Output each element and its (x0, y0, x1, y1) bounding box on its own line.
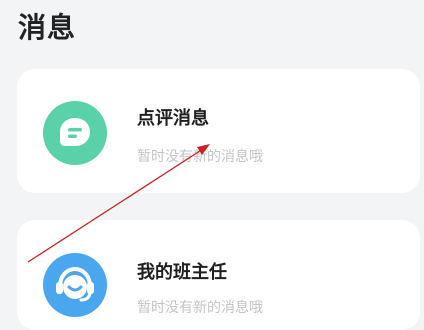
comment-bubble-icon (43, 101, 107, 165)
card-subtitle: 暂时没有新的消息哦 (137, 300, 263, 316)
card-head-teacher[interactable]: 我的班主任 暂时没有新的消息哦 (17, 220, 420, 330)
page-title: 消息 (18, 11, 77, 44)
headset-avatar-icon (43, 253, 107, 317)
card-title: 我的班主任 (137, 262, 227, 283)
card-title: 点评消息 (137, 108, 209, 129)
card-subtitle: 暂时没有新的消息哦 (137, 149, 263, 165)
card-comment-messages[interactable]: 点评消息 暂时没有新的消息哦 (17, 69, 420, 193)
